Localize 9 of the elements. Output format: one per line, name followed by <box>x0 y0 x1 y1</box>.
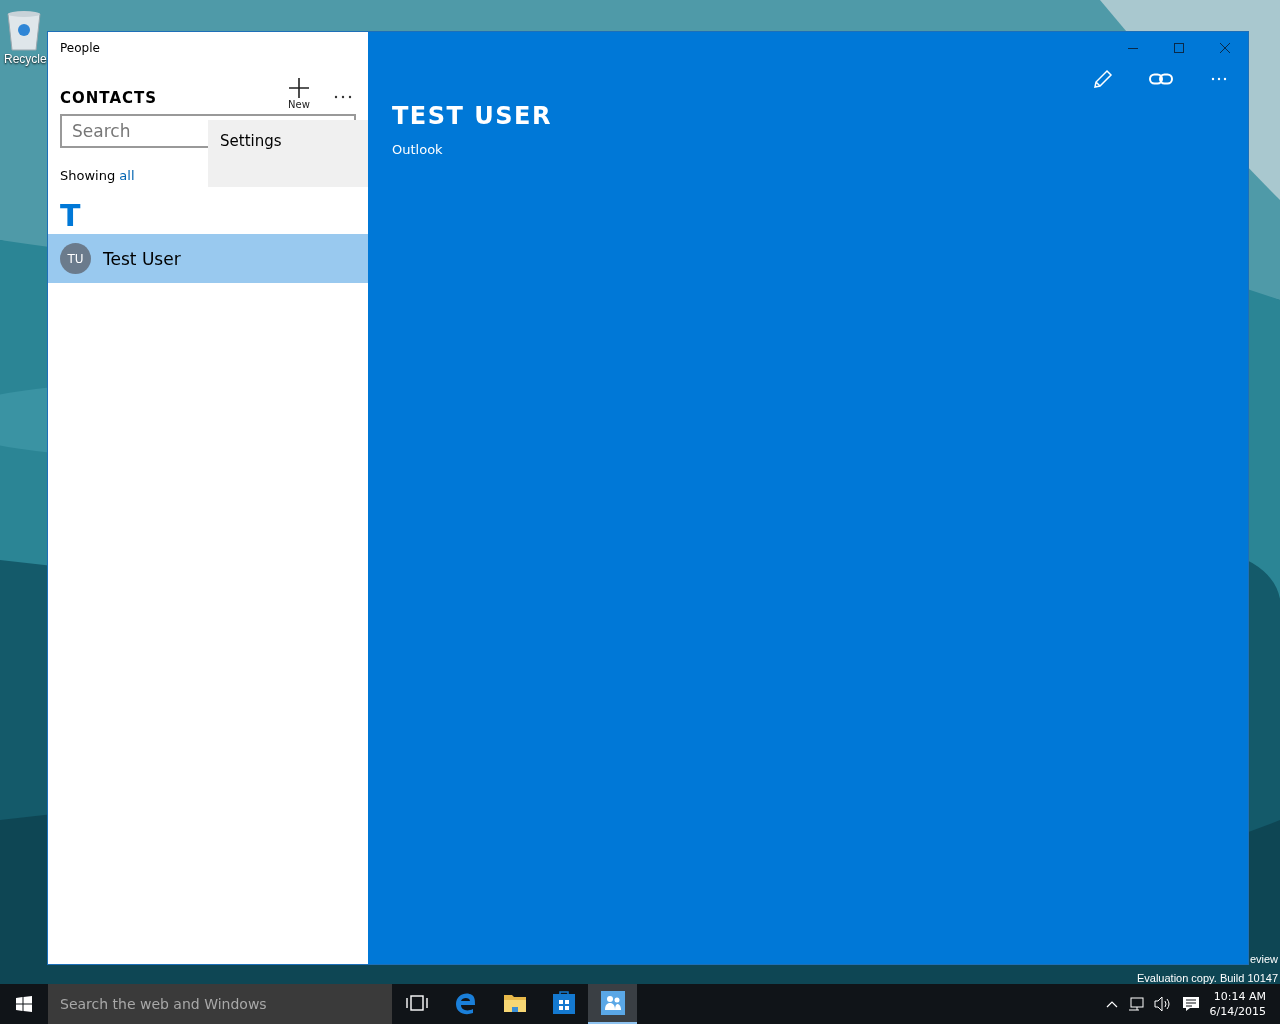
clock-time: 10:14 AM <box>1213 989 1266 1004</box>
desktop-note: Evaluation copy. Build 10147 <box>1136 971 1278 986</box>
contact-source: Outlook <box>391 141 444 157</box>
contact-name: TEST USER <box>391 101 553 130</box>
window-title: People <box>59 40 101 57</box>
contacts-heading: CONTACTS <box>60 89 158 107</box>
clock-date: 6/14/2015 <box>1209 1004 1266 1019</box>
avatar: TU <box>60 243 91 274</box>
desktop-note: eview <box>1249 952 1278 967</box>
